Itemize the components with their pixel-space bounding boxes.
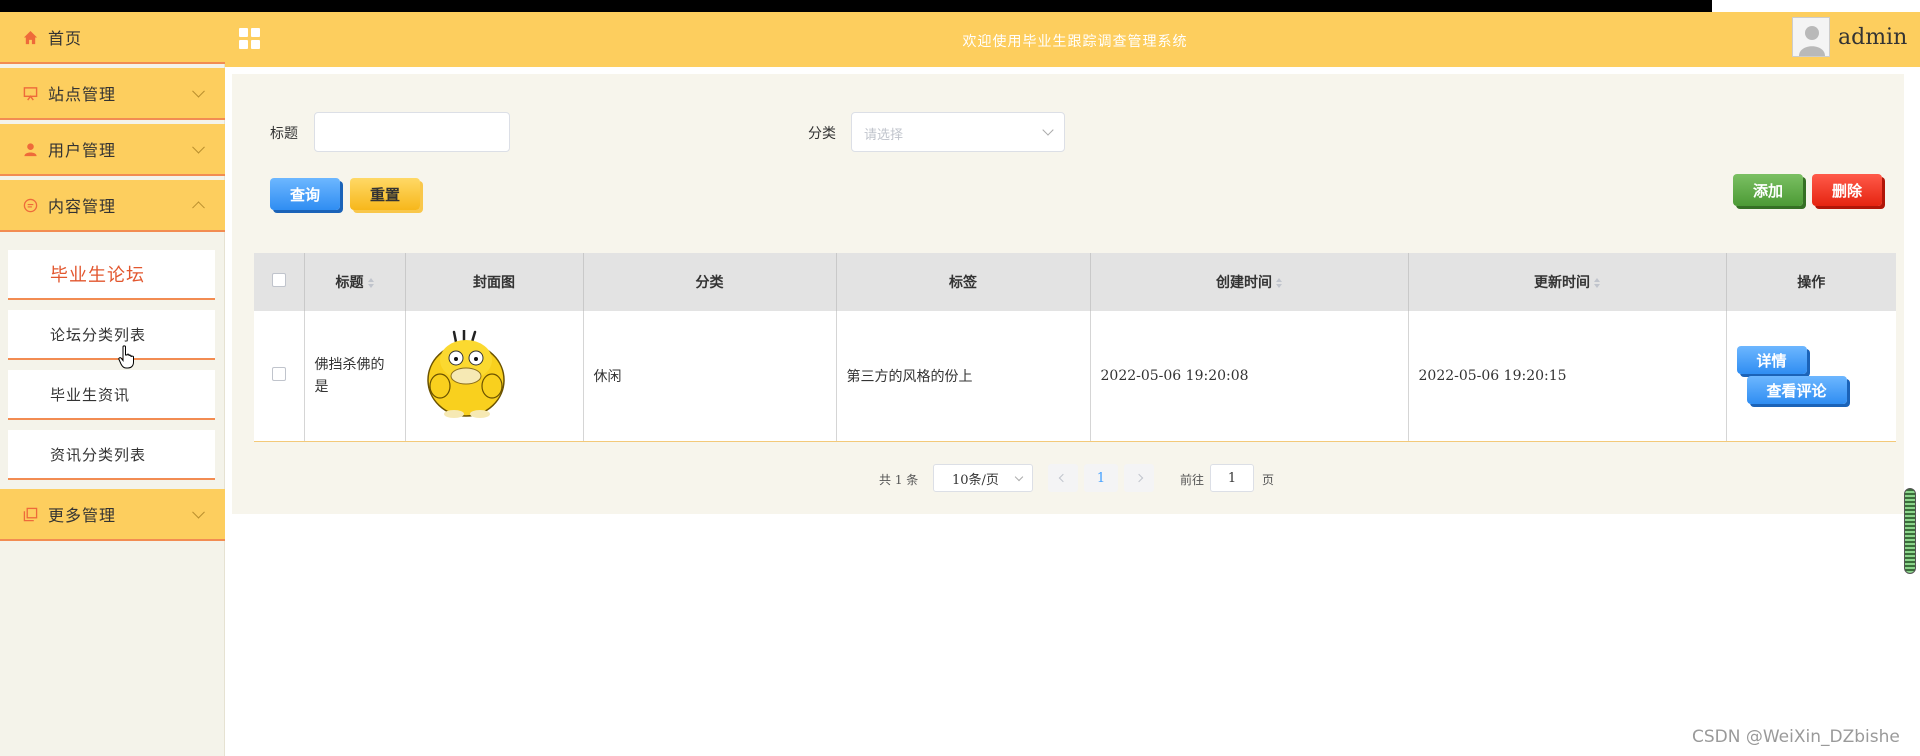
col-header-updated[interactable]: 更新时间 bbox=[1408, 253, 1727, 311]
page-size-select[interactable]: 10条/页 bbox=[933, 464, 1033, 492]
sidebar-subitem-news-category[interactable]: 资讯分类列表 bbox=[8, 430, 215, 480]
col-header-title[interactable]: 标题 bbox=[304, 253, 406, 311]
col-header-actions: 操作 bbox=[1726, 253, 1896, 311]
top-border bbox=[0, 0, 1712, 12]
add-button[interactable]: 添加 bbox=[1733, 174, 1803, 206]
view-comments-button[interactable]: 查看评论 bbox=[1746, 376, 1847, 404]
query-button[interactable]: 查询 bbox=[270, 178, 340, 210]
goto-label: 前往 bbox=[1180, 473, 1205, 487]
title-filter-input[interactable] bbox=[314, 112, 510, 152]
row-select-cell bbox=[254, 311, 305, 442]
cell-tags: 第三方的风格的份上 bbox=[836, 311, 1091, 442]
category-select[interactable]: 请选择 bbox=[851, 112, 1065, 152]
cell-actions: 详情 查看评论 bbox=[1726, 311, 1896, 442]
sidebar-item-more[interactable]: 更多管理 bbox=[0, 489, 225, 541]
cell-title: 佛挡杀佛的是 bbox=[304, 311, 406, 442]
scrollbar-thumb[interactable] bbox=[1904, 488, 1916, 574]
detail-button[interactable]: 详情 bbox=[1736, 346, 1807, 374]
prev-page-button[interactable] bbox=[1048, 464, 1078, 492]
chevron-down-icon bbox=[192, 505, 205, 519]
sidebar: 首页 站点管理 用户管理 内容管理 毕业生论坛 论坛分类列表 毕业生资讯 资讯分… bbox=[0, 12, 225, 756]
chevron-down-icon bbox=[192, 84, 205, 98]
col-header-category: 分类 bbox=[583, 253, 837, 311]
chat-icon bbox=[22, 197, 38, 213]
avatar[interactable] bbox=[1792, 17, 1830, 57]
home-icon bbox=[22, 29, 38, 45]
username[interactable]: admin bbox=[1838, 25, 1907, 50]
select-all-checkbox[interactable] bbox=[271, 273, 286, 287]
sort-icon[interactable] bbox=[1276, 278, 1282, 288]
sidebar-item-content[interactable]: 内容管理 bbox=[0, 180, 225, 232]
sidebar-item-label: 用户管理 bbox=[48, 141, 117, 160]
cell-updated: 2022-05-06 19:20:15 bbox=[1408, 311, 1727, 442]
title-filter-label: 标题 bbox=[270, 126, 298, 142]
sidebar-subitem-forum-category[interactable]: 论坛分类列表 bbox=[8, 310, 215, 360]
category-filter-label: 分类 bbox=[808, 126, 836, 142]
copy-icon bbox=[22, 506, 38, 522]
hand-cursor-icon bbox=[118, 345, 134, 369]
cell-created: 2022-05-06 19:20:08 bbox=[1090, 311, 1409, 442]
table-header-row: 标题 封面图 分类 标签 创建时间 更新时间 操作 bbox=[254, 253, 1896, 311]
chevron-down-icon bbox=[1014, 472, 1024, 482]
cover-image bbox=[425, 328, 508, 418]
sidebar-item-label: 首页 bbox=[48, 29, 83, 48]
top-header: 欢迎使用毕业生跟踪调查管理系统 admin bbox=[225, 12, 1920, 67]
sidebar-item-home[interactable]: 首页 bbox=[0, 12, 225, 64]
chevron-right-icon bbox=[1134, 473, 1144, 483]
col-header-tags: 标签 bbox=[836, 253, 1091, 311]
table-row: 佛挡杀佛的是 休闲 第三方的风格的份上 2022-05-06 19:20:08 … bbox=[254, 311, 1896, 442]
col-header-cover: 封面图 bbox=[405, 253, 584, 311]
row-checkbox[interactable] bbox=[271, 366, 286, 381]
sidebar-subitem-forum[interactable]: 毕业生论坛 bbox=[8, 250, 215, 300]
pagination-total: 共 1 条 bbox=[879, 473, 919, 487]
monitor-icon bbox=[22, 85, 38, 101]
page-suffix-label: 页 bbox=[1262, 473, 1275, 487]
sort-icon[interactable] bbox=[367, 278, 374, 288]
data-table: 标题 封面图 分类 标签 创建时间 更新时间 操作 佛挡杀佛的是 休闲 第三方的… bbox=[254, 253, 1896, 442]
delete-button[interactable]: 删除 bbox=[1812, 174, 1882, 206]
select-all-cell bbox=[254, 253, 305, 311]
page-number-1[interactable]: 1 bbox=[1084, 464, 1118, 492]
system-title: 欢迎使用毕业生跟踪调查管理系统 bbox=[962, 34, 1188, 50]
page-size-value: 10条/页 bbox=[952, 472, 999, 488]
sidebar-subitem-news[interactable]: 毕业生资讯 bbox=[8, 370, 215, 420]
chevron-down-icon bbox=[1042, 124, 1054, 136]
chevron-left-icon bbox=[1058, 473, 1068, 483]
sort-icon[interactable] bbox=[1594, 278, 1600, 288]
sidebar-item-site[interactable]: 站点管理 bbox=[0, 68, 225, 120]
watermark: CSDN @WeiXin_DZbishe bbox=[1692, 727, 1900, 747]
sidebar-item-label: 站点管理 bbox=[48, 85, 117, 104]
user-icon bbox=[22, 141, 38, 157]
category-select-placeholder: 请选择 bbox=[864, 128, 904, 143]
col-header-created[interactable]: 创建时间 bbox=[1090, 253, 1409, 311]
goto-page-input[interactable]: 1 bbox=[1210, 464, 1254, 492]
cell-category: 休闲 bbox=[583, 311, 837, 442]
chevron-down-icon bbox=[192, 140, 205, 154]
sidebar-item-users[interactable]: 用户管理 bbox=[0, 124, 225, 176]
cell-cover bbox=[405, 311, 584, 442]
next-page-button[interactable] bbox=[1124, 464, 1154, 492]
reset-button[interactable]: 重置 bbox=[350, 178, 420, 210]
sidebar-item-label: 更多管理 bbox=[48, 506, 117, 525]
chevron-up-icon bbox=[192, 201, 205, 215]
sidebar-item-label: 内容管理 bbox=[48, 197, 117, 216]
